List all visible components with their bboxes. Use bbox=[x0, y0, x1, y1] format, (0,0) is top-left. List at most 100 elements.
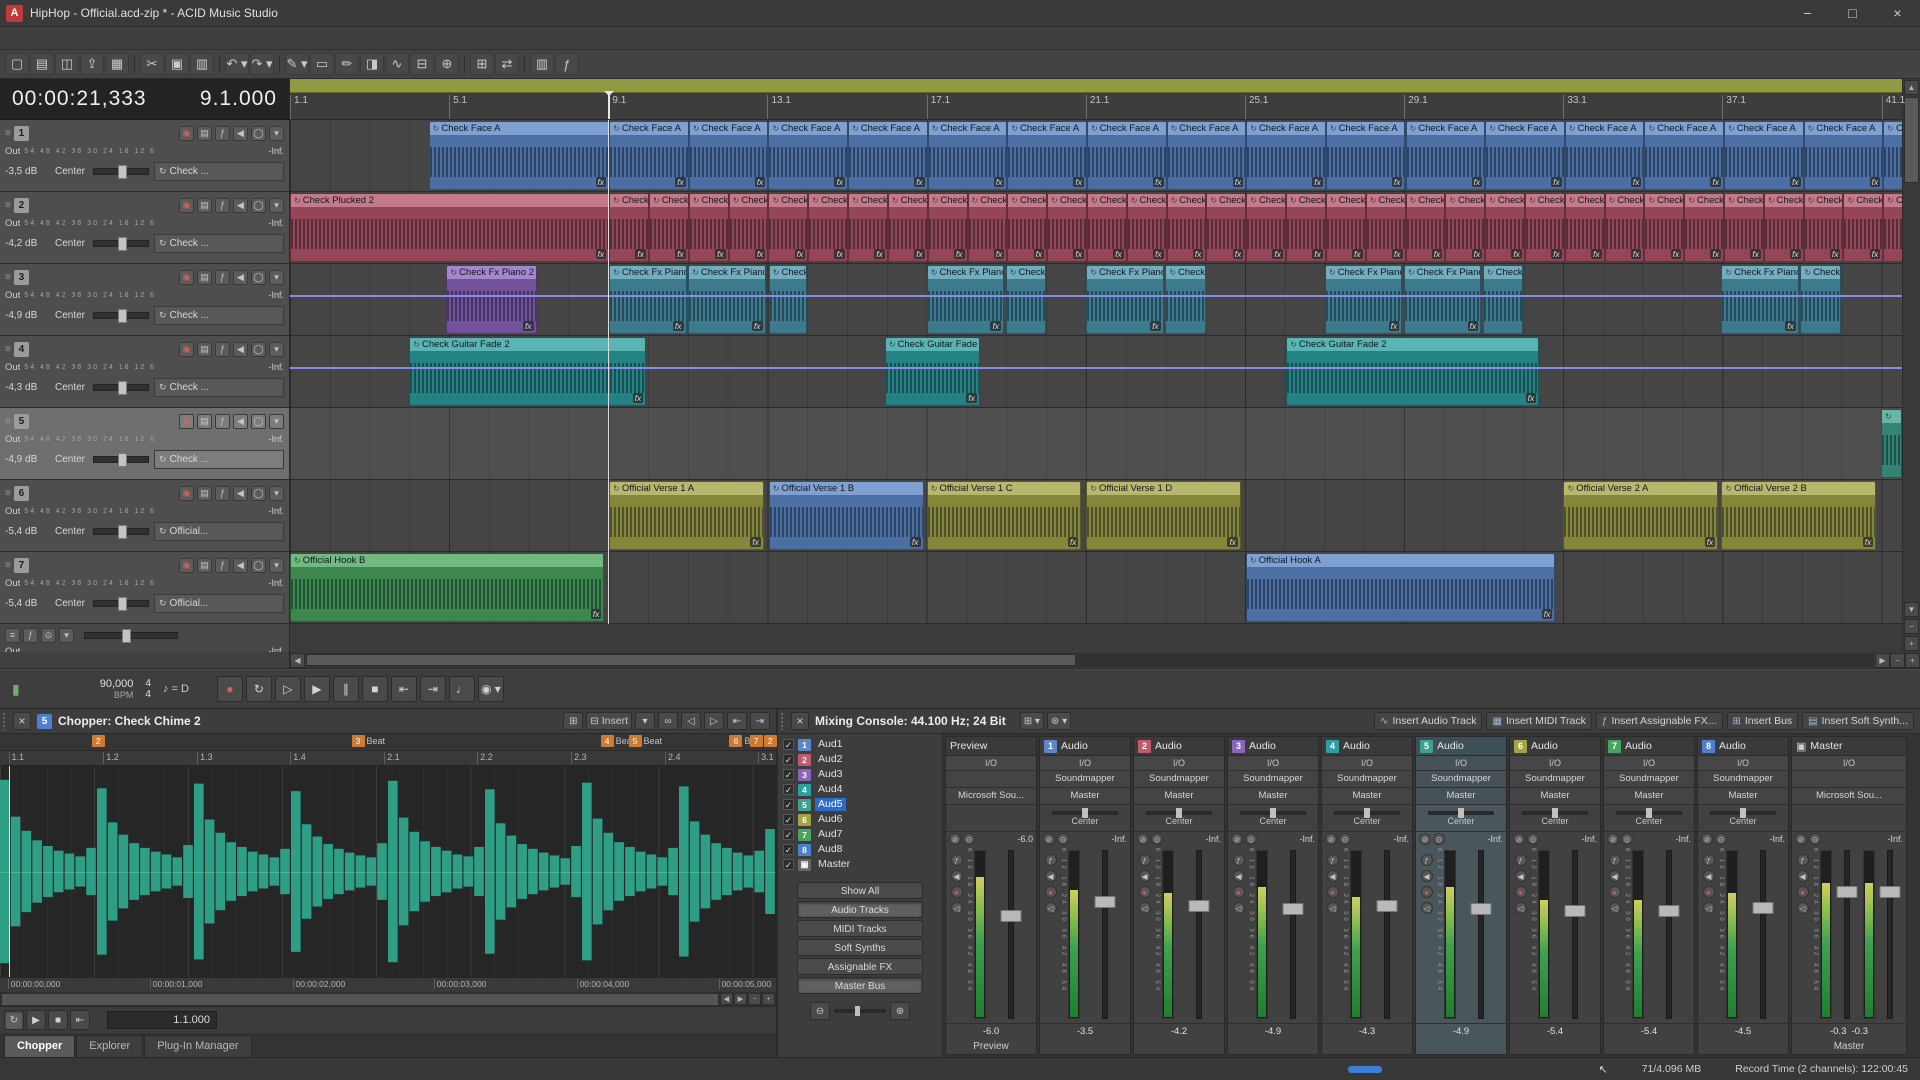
chopper-waveform[interactable] bbox=[0, 766, 776, 977]
clip-fx-badge[interactable]: fx bbox=[1870, 177, 1881, 187]
fader-thumb[interactable] bbox=[118, 453, 127, 467]
volume-fader[interactable] bbox=[1175, 848, 1222, 1021]
bus-lane[interactable] bbox=[290, 624, 1902, 652]
record-arm-icon[interactable]: ◉ bbox=[179, 558, 194, 573]
mute-icon[interactable]: ◀ bbox=[233, 126, 248, 141]
clip-fx-badge[interactable]: fx bbox=[755, 249, 766, 259]
beat-marker[interactable]: 4Bea bbox=[601, 735, 632, 747]
clip-fx-badge[interactable]: fx bbox=[755, 177, 766, 187]
output-device-selector[interactable] bbox=[946, 771, 1036, 788]
audio-clip[interactable]: ↻Check Plucked 2 fx bbox=[1406, 193, 1446, 262]
track-menu-icon[interactable]: ▾ bbox=[269, 270, 284, 285]
bpm-value[interactable]: 90,000 bbox=[100, 678, 134, 691]
fader-thumb[interactable] bbox=[1188, 900, 1209, 912]
mixer-track-item[interactable]: ✓ 4 Aud4 bbox=[781, 782, 939, 797]
bus-assignment-selector[interactable]: Master bbox=[1134, 788, 1224, 805]
audio-clip[interactable]: ↻Check Plucked 2 fx bbox=[1007, 193, 1047, 262]
mixer-track-item[interactable]: ✓ ▣ Master bbox=[781, 857, 939, 872]
audio-clip[interactable]: ↻Check Plucked 2 fx bbox=[968, 193, 1008, 262]
pan-thumb[interactable] bbox=[1458, 808, 1464, 818]
clip-fx-badge[interactable]: fx bbox=[1113, 249, 1124, 259]
clip-fx-badge[interactable]: fx bbox=[1392, 177, 1403, 187]
clip-fx-badge[interactable]: fx bbox=[1153, 249, 1164, 259]
mute-icon[interactable]: ◀ bbox=[233, 414, 248, 429]
mixer-channel-strip[interactable]: 8 Audio I/O Soundmapper Master Center bbox=[1697, 736, 1789, 1055]
redo-button[interactable]: ↷ ▾ bbox=[250, 53, 274, 75]
fader-thumb[interactable] bbox=[118, 309, 127, 323]
clip-fx-badge[interactable]: fx bbox=[1392, 249, 1403, 259]
output-device-selector[interactable] bbox=[1792, 771, 1906, 788]
time-display[interactable]: 00:00:21,333 9.1.000 bbox=[0, 79, 289, 120]
copy-button[interactable]: ▣ bbox=[165, 53, 189, 75]
clip-fx-badge[interactable]: fx bbox=[1233, 177, 1244, 187]
channel-fx-icon[interactable]: ƒ bbox=[1327, 854, 1339, 866]
audio-clip[interactable]: ↻Check Fx Piano 2 fx bbox=[688, 265, 765, 334]
channel-input-monitor-icon[interactable]: ◁ bbox=[1327, 902, 1339, 914]
track-output-label[interactable]: Out bbox=[5, 362, 20, 373]
volume-fader[interactable] bbox=[1833, 848, 1862, 1021]
track-output-label[interactable]: Out bbox=[5, 578, 20, 589]
track-name[interactable]: ↻Check ... bbox=[154, 450, 284, 469]
chopper-loop-button[interactable]: ↻ bbox=[4, 1010, 24, 1030]
track-drag-handle-icon[interactable]: ≡ bbox=[5, 128, 11, 139]
phase-invert-icon[interactable]: ⊘ bbox=[1043, 833, 1055, 845]
clip-fx-badge[interactable]: fx bbox=[1468, 321, 1479, 331]
bus-assignment-selector[interactable]: Master bbox=[1510, 788, 1600, 805]
chopper-shift-right-icon[interactable]: ⇥ bbox=[750, 712, 770, 730]
channel-mute-icon[interactable]: ◀ bbox=[1327, 870, 1339, 882]
record-arm-icon[interactable]: ◉ bbox=[179, 486, 194, 501]
channel-fx-icon[interactable]: ƒ bbox=[1515, 854, 1527, 866]
visibility-checkbox[interactable]: ✓ bbox=[783, 799, 794, 810]
channel-mute-icon[interactable]: ◀ bbox=[951, 870, 963, 882]
clip-fx-badge[interactable]: fx bbox=[1785, 321, 1796, 331]
marker-bar[interactable] bbox=[290, 79, 1902, 93]
mixer-track-item[interactable]: ✓ 6 Aud6 bbox=[781, 812, 939, 827]
track-io-icon[interactable]: ▤ bbox=[197, 198, 212, 213]
audio-clip[interactable]: ↻Check Plucked 2 fx bbox=[1883, 193, 1902, 262]
mixer-close-button[interactable]: × bbox=[791, 712, 809, 730]
audio-clip[interactable]: ↻Check Plucked 2 fx bbox=[1525, 193, 1565, 262]
insert-audio-track-button[interactable]: ∿Insert Audio Track bbox=[1374, 712, 1482, 730]
chopper-stop-button[interactable]: ■ bbox=[48, 1010, 68, 1030]
audio-clip[interactable]: ↻Official Verse 2 A fx bbox=[1563, 481, 1718, 550]
phase-invert-icon[interactable]: ⊘ bbox=[1231, 833, 1243, 845]
save-project-button[interactable]: ◫ bbox=[55, 53, 79, 75]
mixer-zoom-in-icon[interactable]: ⊕ bbox=[890, 1002, 910, 1020]
track-io-icon[interactable]: ▤ bbox=[197, 342, 212, 357]
volume-fader[interactable] bbox=[1876, 848, 1905, 1021]
fader-thumb[interactable] bbox=[118, 381, 127, 395]
channel-io-label[interactable]: I/O bbox=[1322, 756, 1412, 771]
channel-fx-icon[interactable]: ƒ bbox=[951, 854, 963, 866]
mixer-channel-strip[interactable]: 4 Audio I/O Soundmapper Master Center bbox=[1321, 736, 1413, 1055]
clip-fx-badge[interactable]: fx bbox=[1790, 249, 1801, 259]
automation-icon[interactable]: ⊙ bbox=[1245, 833, 1257, 845]
channel-record-arm-icon[interactable]: ● bbox=[1045, 886, 1057, 898]
channel-input-monitor-icon[interactable]: ◁ bbox=[1515, 902, 1527, 914]
insert-midi-track-button[interactable]: ▦Insert MIDI Track bbox=[1486, 712, 1591, 730]
channel-record-arm-icon[interactable]: ● bbox=[1421, 886, 1433, 898]
automation-icon[interactable]: ⊙ bbox=[1527, 833, 1539, 845]
clip-fx-badge[interactable]: fx bbox=[1153, 177, 1164, 187]
channel-input-monitor-icon[interactable]: ◁ bbox=[1233, 902, 1245, 914]
chopper-insert-button[interactable]: ⊟Insert bbox=[586, 712, 632, 730]
audio-clip[interactable]: ↻Official Verse 1 B fx bbox=[769, 481, 924, 550]
audio-clip[interactable]: ↻Check Plucked 2 fx bbox=[848, 193, 888, 262]
channel-record-arm-icon[interactable]: ● bbox=[1327, 886, 1339, 898]
audio-clip[interactable]: ↻Check Fx Piano 2 fx bbox=[1721, 265, 1798, 334]
record-arm-icon[interactable]: ◉ bbox=[179, 270, 194, 285]
channel-input-monitor-icon[interactable]: ◁ bbox=[1421, 902, 1433, 914]
toolbar-button[interactable] bbox=[524, 55, 525, 73]
audio-clip[interactable]: ↻Check Fx Piano 2 fx bbox=[1165, 265, 1205, 334]
mixer-track-item[interactable]: ✓ 2 Aud2 bbox=[781, 752, 939, 767]
track-io-icon[interactable]: ▤ bbox=[197, 126, 212, 141]
track-menu-icon[interactable]: ▾ bbox=[269, 486, 284, 501]
insert-bus-button[interactable]: ⊞Insert Bus bbox=[1727, 712, 1799, 730]
bus-assignment-selector[interactable]: Microsoft Sou... bbox=[946, 788, 1036, 805]
track-drag-handle-icon[interactable]: ≡ bbox=[5, 272, 11, 283]
visibility-checkbox[interactable]: ✓ bbox=[783, 754, 794, 765]
audio-clip[interactable]: ↻Check Fx Piano 2 fx bbox=[446, 265, 536, 334]
channel-io-label[interactable]: I/O bbox=[1134, 756, 1224, 771]
audio-clip[interactable]: ↻Check Fx Piano 2 fx bbox=[1800, 265, 1840, 334]
mixer-track-item[interactable]: ✓ 3 Aud3 bbox=[781, 767, 939, 782]
audio-clip[interactable]: ↻Check Plucked 2 fx bbox=[1206, 193, 1246, 262]
